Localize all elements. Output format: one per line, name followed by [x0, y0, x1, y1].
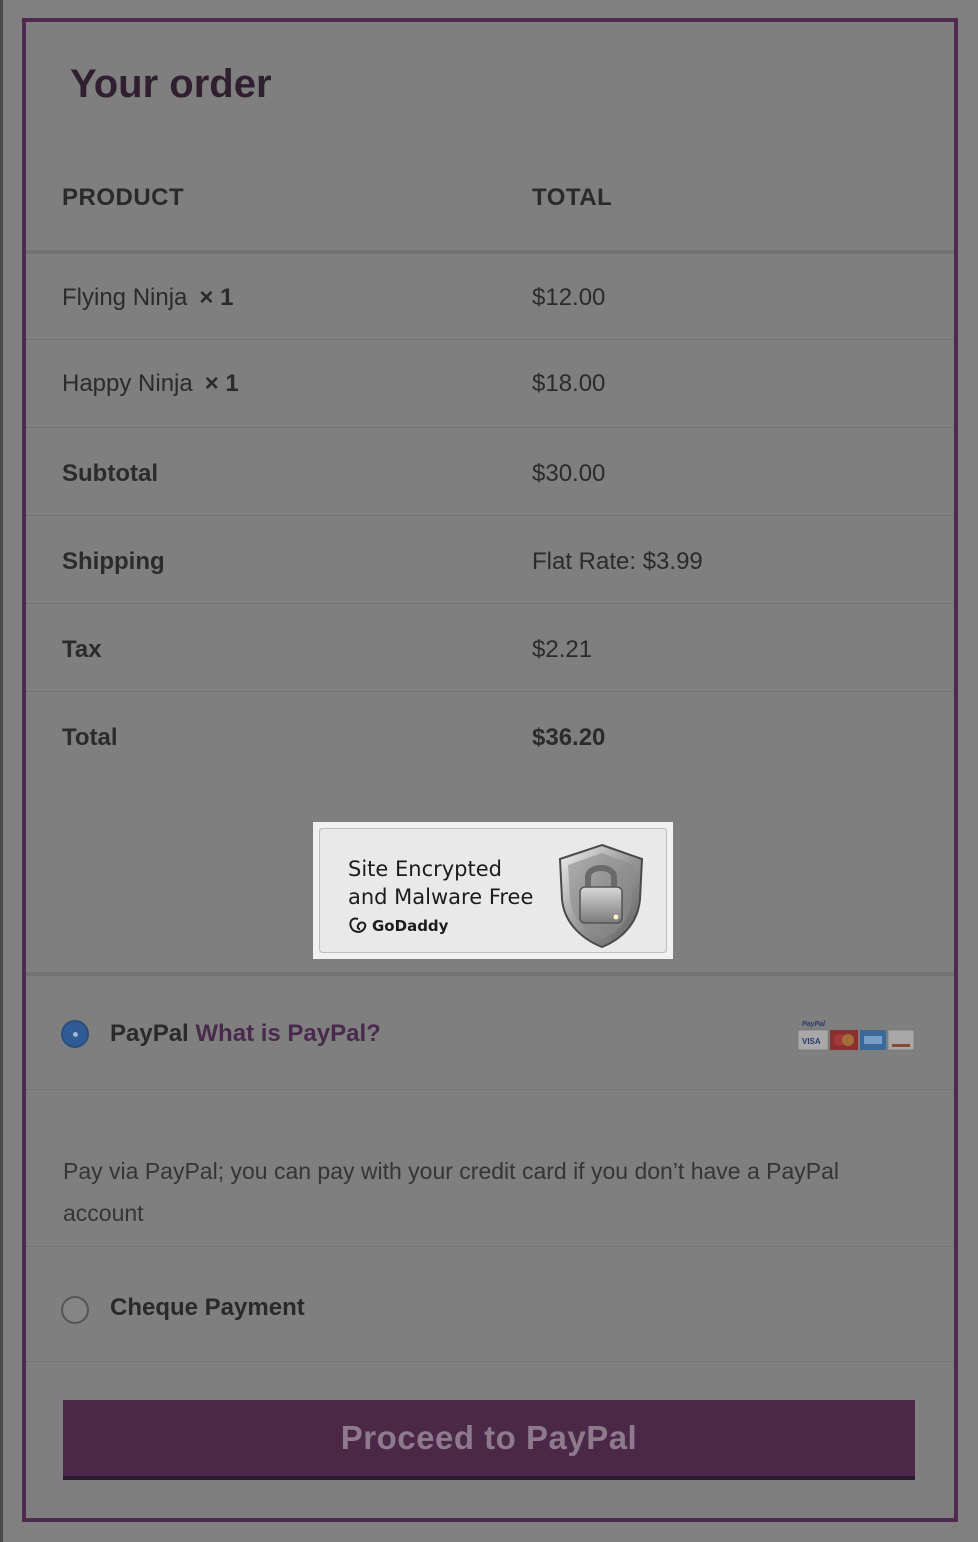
table-row: Flying Ninja × 1 $12.00: [26, 254, 954, 340]
cheque-radio[interactable]: [61, 1296, 89, 1324]
total-label: Total: [62, 724, 118, 751]
paypal-radio[interactable]: [61, 1020, 89, 1048]
column-header-total: TOTAL: [532, 184, 613, 211]
product-quantity: × 1: [199, 284, 234, 311]
badge-line-1: Site Encrypted: [348, 857, 502, 881]
description-divider: [26, 1246, 954, 1247]
subtotal-row: Subtotal $30.00: [26, 428, 954, 516]
product-quantity: × 1: [204, 370, 239, 397]
card-logos: PayPal VISA: [796, 1018, 916, 1052]
order-review-panel: Your order PRODUCT TOTAL Flying Ninja × 1…: [22, 18, 958, 1522]
page-edge: [0, 0, 3, 1542]
paypal-description: Pay via PayPal; you can pay with your cr…: [63, 1158, 840, 1226]
proceed-to-paypal-button[interactable]: Proceed to PayPal: [63, 1400, 915, 1480]
godaddy-logo-icon: [349, 917, 367, 933]
svg-text:PayPal: PayPal: [802, 1021, 826, 1028]
shipping-label: Shipping: [62, 548, 165, 575]
shipping-value: Flat Rate: $3.99: [532, 548, 703, 575]
table-header: PRODUCT TOTAL: [26, 172, 954, 252]
shield-lock-icon: [558, 843, 644, 949]
product-total: $18.00: [532, 370, 606, 397]
product-total: $12.00: [532, 284, 606, 311]
cheque-label: Cheque Payment: [110, 1294, 305, 1321]
tax-value: $2.21: [532, 636, 593, 663]
payment-option-paypal[interactable]: PayPal What is PayPal? PayPal VISA: [26, 976, 954, 1090]
badge-line-2: and Malware Free: [348, 885, 534, 909]
tax-row: Tax $2.21: [26, 604, 954, 692]
total-row: Total $36.20: [26, 692, 954, 780]
svg-text:VISA: VISA: [802, 1037, 821, 1046]
subtotal-value: $30.00: [532, 460, 606, 487]
tax-label: Tax: [62, 636, 102, 663]
paypal-label: PayPal: [110, 1020, 189, 1047]
security-badge[interactable]: Site Encrypted and Malware Free GoDaddy: [313, 822, 673, 959]
shipping-row: Shipping Flat Rate: $3.99: [26, 516, 954, 604]
godaddy-brand: GoDaddy: [372, 917, 449, 935]
godaddy-logo: GoDaddy: [348, 917, 448, 935]
accepted-cards-icon: PayPal VISA: [797, 1021, 915, 1051]
product-name: Flying Ninja: [62, 284, 188, 311]
subtotal-label: Subtotal: [62, 460, 158, 487]
order-title: Your order: [70, 62, 272, 106]
product-name: Happy Ninja: [62, 370, 193, 397]
total-value: $36.20: [532, 724, 606, 751]
column-header-product: PRODUCT: [62, 184, 185, 211]
payment-option-cheque[interactable]: Cheque Payment: [26, 1248, 954, 1362]
table-row: Happy Ninja × 1 $18.00: [26, 340, 954, 428]
what-is-paypal-link[interactable]: What is PayPal?: [195, 1020, 380, 1047]
